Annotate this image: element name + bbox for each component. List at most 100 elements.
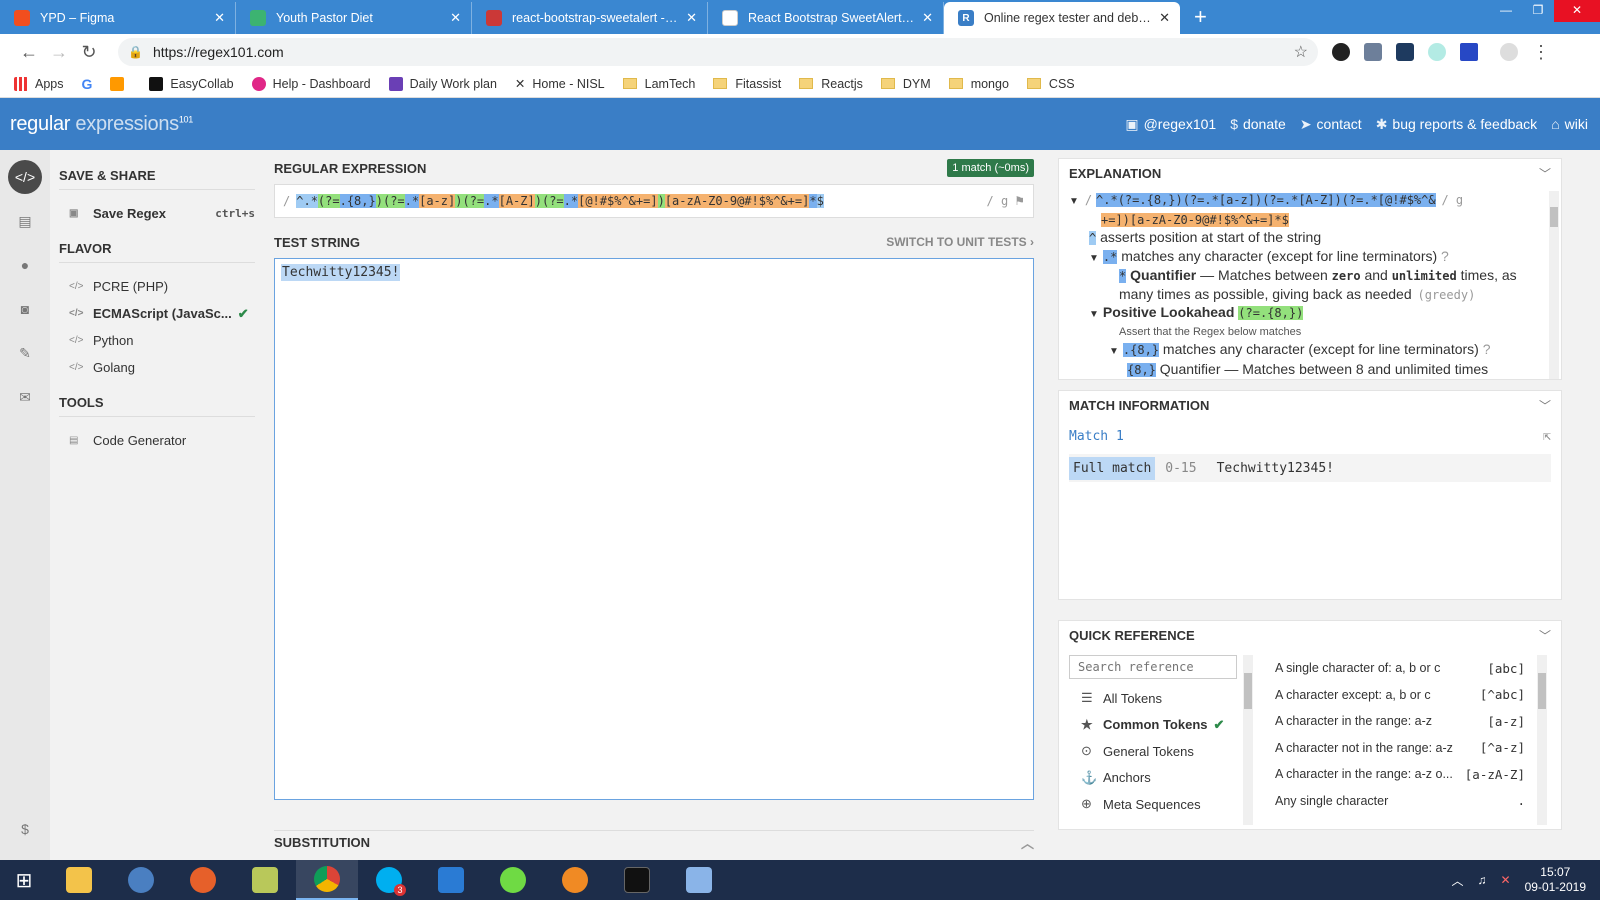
wrench-icon[interactable]: ✎ [8,336,42,370]
explanation-heading[interactable]: EXPLANATION ﹀ [1059,159,1561,187]
tab-youth-pastor-diet[interactable]: Youth Pastor Diet ✕ [236,2,472,34]
wiki-link[interactable]: ⌂ wiki [1551,116,1588,133]
contact-link[interactable]: ➤ contact [1300,116,1362,133]
forward-icon[interactable]: → [44,42,74,63]
save-regex-button[interactable]: ▣ Save Regex ctrl+s [59,200,255,227]
category-all-tokens[interactable]: ☰ All Tokens [1069,685,1239,712]
new-tab-button[interactable]: + [1194,4,1207,30]
taskbar-app[interactable] [234,860,296,900]
quick-reference-heading[interactable]: QUICK REFERENCE ﹀ [1059,621,1561,649]
chat-icon[interactable]: ✉ [8,380,42,414]
flags-button[interactable]: / g [987,194,1009,208]
test-string-input[interactable]: Techwitty12345! [274,258,1034,800]
collapse-icon[interactable]: ▼ [1069,196,1079,207]
help-icon[interactable]: ? [1483,341,1491,357]
close-window-icon[interactable]: ✕ [1554,0,1600,22]
taskbar-virtualbox[interactable] [668,860,730,900]
reference-item[interactable]: A single character of: a, b or c [abc] [1275,655,1525,682]
url-input[interactable]: 🔒 https://regex101.com ☆ [118,38,1318,66]
flavor-python[interactable]: </> Python [59,327,255,354]
reference-item[interactable]: A character except: a, b or c [^abc] [1275,682,1525,709]
bookmark-folder-dym[interactable]: DYM [880,77,931,91]
category-common-tokens[interactable]: ★ Common Tokens ✔ [1069,712,1239,739]
categories-scrollbar[interactable] [1243,655,1253,825]
bookmark-folder-mongo[interactable]: mongo [948,77,1009,91]
taskbar-skype[interactable]: 3 [358,860,420,900]
flag-icon[interactable]: ⚑ [1014,194,1025,208]
bookmark-home-nisl[interactable]: ✕ Home - NISL [515,76,605,92]
substitution-heading[interactable]: SUBSTITUTION ︿ [274,830,1034,854]
bookmark-star-icon[interactable]: ☆ [1294,42,1308,62]
network-icon[interactable]: ✕ [1501,873,1511,887]
category-meta-sequences[interactable]: ⊕ Meta Sequences [1069,791,1239,818]
taskbar-upwork[interactable] [482,860,544,900]
extension-icon[interactable] [1460,43,1478,61]
explanation-root[interactable]: ▼ / ^.*(?=.{8,})(?=.*[a-z])(?=.*[A-Z])(?=… [1069,191,1551,211]
close-tab-icon[interactable]: ✕ [686,10,697,26]
taskbar-app-flame[interactable] [544,860,606,900]
taskbar-firefox[interactable] [172,860,234,900]
app-logo[interactable]: regular expressions101 [10,113,193,136]
back-icon[interactable]: ← [14,42,44,63]
taskbar-file-explorer[interactable] [48,860,110,900]
chevron-down-icon[interactable]: ﹀ [1539,627,1551,644]
close-tab-icon[interactable]: ✕ [450,10,461,26]
switch-to-unit-tests-button[interactable]: SWITCH TO UNIT TESTS › [886,235,1034,249]
bookmark-google[interactable]: G [82,76,93,92]
explanation-scrollbar[interactable] [1549,191,1559,379]
taskbar-chrome[interactable] [296,860,358,900]
react-devtools-icon[interactable] [1396,43,1414,61]
extension-icon[interactable] [1428,43,1446,61]
extension-icon[interactable] [1332,43,1350,61]
bookmark-help-dashboard[interactable]: Help - Dashboard [251,76,371,91]
taskbar-thunderbird[interactable] [110,860,172,900]
bookmark-folder-fitassist[interactable]: Fitassist [713,77,781,91]
category-general-tokens[interactable]: ⊙ General Tokens [1069,738,1239,765]
twitter-link[interactable]: ▣ @regex101 [1125,116,1216,133]
explanation-lookahead[interactable]: ▼ Positive Lookahead (?=.{8,}) [1069,304,1551,324]
reload-icon[interactable]: ↻ [74,42,104,63]
bug-reports-link[interactable]: ✱ bug reports & feedback [1376,116,1538,133]
taskbar-vscode[interactable] [420,860,482,900]
reference-item[interactable]: A character in the range: a-z o... [a-zA-… [1275,761,1525,788]
help-icon[interactable]: ? [1441,248,1449,264]
reference-item[interactable]: A character not in the range: a-z [^a-z] [1275,735,1525,762]
chevron-up-icon[interactable]: ︿ [1021,833,1034,852]
close-tab-icon[interactable]: ✕ [214,10,225,26]
close-tab-icon[interactable]: ✕ [922,10,933,26]
tray-expand-icon[interactable]: ︿ [1452,872,1464,889]
bookmark-easycollab[interactable]: EasyCollab [149,76,234,91]
sponsor-dollar-icon[interactable]: $ [8,812,42,846]
search-reference-input[interactable] [1069,655,1237,679]
explanation-dot[interactable]: ▼ .* matches any character (except for li… [1069,248,1551,268]
library-icon[interactable]: ▤ [8,204,42,238]
profile-avatar[interactable] [1500,43,1518,61]
tab-figma[interactable]: YPD – Figma ✕ [0,2,236,34]
maximize-icon[interactable]: ❐ [1522,0,1554,22]
flavor-ecmascript[interactable]: </> ECMAScript (JavaSc... ✔ [59,300,255,327]
explanation-dot8[interactable]: ▼ .{8,} matches any character (except for… [1069,341,1551,361]
minimize-icon[interactable]: — [1490,0,1522,22]
code-icon[interactable]: </> [8,160,42,194]
close-tab-icon[interactable]: ✕ [1159,10,1170,26]
windows-start-icon[interactable]: ⊞ [0,860,48,900]
donate-link[interactable]: $ donate [1230,116,1286,133]
regex-input[interactable]: / ^.*(?=.{8,})(?=.*[a-z])(?=.*[A-Z])(?=.… [274,184,1034,218]
reference-scrollbar[interactable] [1537,655,1547,825]
share-icon[interactable]: ⇱ [1543,429,1551,444]
flavor-pcre[interactable]: </> PCRE (PHP) [59,273,255,300]
code-generator-button[interactable]: ▤ Code Generator [59,427,255,454]
tab-npm[interactable]: react-bootstrap-sweetalert - npm ✕ [472,2,708,34]
reference-item[interactable]: A character in the range: a-z [a-z] [1275,708,1525,735]
gamepad-icon[interactable]: ◙ [8,292,42,326]
bookmark-folder-reactjs[interactable]: Reactjs [799,77,863,91]
bookmark-apps[interactable]: Apps [14,76,64,91]
clock[interactable]: 15:07 09-01-2019 [1525,865,1586,895]
tab-regex101[interactable]: R Online regex tester and debugge ✕ [944,2,1180,34]
bookmark-folder-css[interactable]: CSS [1026,77,1075,91]
reference-item[interactable]: Any single character. [1275,788,1525,815]
match-info-heading[interactable]: MATCH INFORMATION ﹀ [1059,391,1561,419]
bookmark-folder-lamtech[interactable]: LamTech [622,77,695,91]
tab-sweetalert-demo[interactable]: React Bootstrap SweetAlert Dem ✕ [708,2,944,34]
flavor-golang[interactable]: </> Golang [59,354,255,381]
